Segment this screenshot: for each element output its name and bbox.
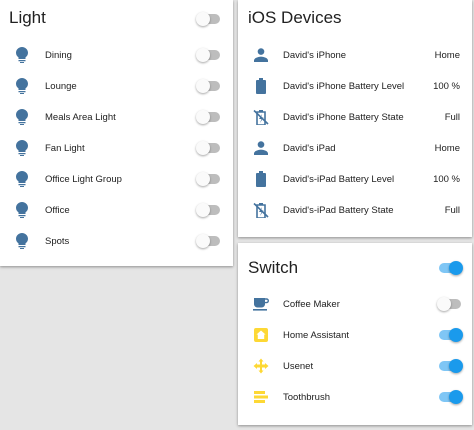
toothbrush-icon [252,388,270,406]
ios-value: 100 % [433,173,460,185]
lightbulb-icon [13,108,31,126]
switch-label: Toothbrush [283,391,331,403]
ios-value: 100 % [433,80,460,92]
home-assistant-icon [252,326,270,344]
ios-label: David's-iPad Battery Level [283,173,395,185]
ios-row[interactable]: David's iPhone Home [238,40,472,70]
light-row-office-light-group: Office Light Group [0,164,233,194]
switch-label: Usenet [283,360,314,372]
battery-charging-off-icon [252,201,270,219]
ios-value: Full [444,204,460,216]
light-row-lounge: Lounge [0,71,233,101]
light-label: Office [45,204,70,216]
lightbulb-icon [13,77,31,95]
toothbrush-toggle[interactable] [437,390,463,404]
switch-group-toggle[interactable] [437,261,463,275]
person-icon [252,46,270,64]
ios-label: David's-iPad Battery State [283,204,394,216]
lightbulb-icon [13,46,31,64]
ios-value: Home [434,49,460,61]
dining-toggle[interactable] [196,48,222,62]
ios-row[interactable]: David's iPhone Battery Level 100 % [238,71,472,101]
usenet-icon [252,357,270,375]
meals-area-light-toggle[interactable] [196,110,222,124]
home-assistant-toggle[interactable] [437,328,463,342]
ios-label: David's iPhone Battery Level [283,80,405,92]
ios-row[interactable]: David's iPhone Battery State Full [238,102,472,132]
spots-toggle[interactable] [196,234,222,248]
ios-label: David's iPhone Battery State [283,111,404,123]
light-label: Lounge [45,80,77,92]
light-row-fan-light: Fan Light [0,133,233,163]
battery-charging-off-icon [252,108,270,126]
fan-light-toggle[interactable] [196,141,222,155]
lightbulb-icon [13,139,31,157]
battery-icon [252,77,270,95]
switch-card: Switch Coffee Maker Home Assistant Usene… [238,243,472,425]
ios-label: David's iPad [283,142,336,154]
light-label: Dining [45,49,72,61]
switch-card-title: Switch [248,258,299,277]
usenet-toggle[interactable] [437,359,463,373]
switch-label: Home Assistant [283,329,349,341]
ios-card-title: iOS Devices [248,8,342,27]
coffee-maker-toggle[interactable] [437,297,463,311]
person-icon [252,139,270,157]
light-group-toggle[interactable] [196,12,222,26]
light-label: Meals Area Light [45,111,116,123]
light-row-dining: Dining [0,40,233,70]
light-card: Light Dining Lounge Meals Area Light Fan… [0,0,233,266]
lightbulb-icon [13,201,31,219]
switch-row-coffee-maker: Coffee Maker [238,289,472,319]
light-label: Fan Light [45,142,85,154]
light-row-office: Office [0,195,233,225]
office-light-group-toggle[interactable] [196,172,222,186]
lightbulb-icon [13,170,31,188]
ios-row[interactable]: David's-iPad Battery State Full [238,195,472,225]
office-toggle[interactable] [196,203,222,217]
light-label: Spots [45,235,70,247]
switch-row-home-assistant: Home Assistant [238,320,472,350]
ios-value: Full [444,111,460,123]
light-card-title: Light [9,8,46,27]
ios-row[interactable]: David's iPad Home [238,133,472,163]
light-row-spots: Spots [0,226,233,256]
battery-icon [252,170,270,188]
lounge-toggle[interactable] [196,79,222,93]
light-label: Office Light Group [45,173,122,185]
switch-row-usenet: Usenet [238,351,472,381]
coffee-icon [252,295,270,313]
switch-row-toothbrush: Toothbrush [238,382,472,412]
ios-row[interactable]: David's-iPad Battery Level 100 % [238,164,472,194]
lightbulb-icon [13,232,31,250]
switch-label: Coffee Maker [283,298,340,310]
ios-label: David's iPhone [283,49,347,61]
ios-value: Home [434,142,460,154]
ios-devices-card: iOS Devices David's iPhone Home David's … [238,0,472,237]
light-row-meals-area: Meals Area Light [0,102,233,132]
